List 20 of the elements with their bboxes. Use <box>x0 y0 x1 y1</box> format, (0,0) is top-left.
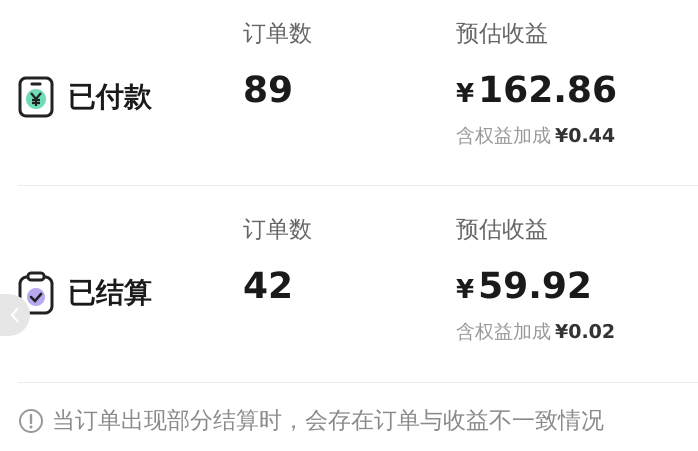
orders-count: 42 <box>243 266 294 308</box>
status-title: 已付款 <box>68 78 152 114</box>
wallet-icon <box>18 76 54 118</box>
orders-label: 订单数 <box>243 20 313 49</box>
orders-label: 订单数 <box>243 216 313 245</box>
earnings-label: 预估收益 <box>456 20 549 49</box>
chevron-left-icon <box>10 306 20 324</box>
earnings-label: 预估收益 <box>456 216 549 245</box>
earnings-amount: 162.86 <box>478 70 618 112</box>
notice-text: 当订单出现部分结算时，会存在订单与收益不一致情况 <box>52 407 604 436</box>
earnings-amount: 59.92 <box>478 266 592 308</box>
bonus-label: 含权益加成 <box>456 320 551 345</box>
status-title: 已结算 <box>68 275 152 311</box>
orders-count: 89 <box>243 70 294 112</box>
bonus-amount: ¥0.44 <box>555 125 616 147</box>
bonus-amount: ¥0.02 <box>555 321 616 343</box>
currency-symbol: ¥ <box>456 78 474 111</box>
bonus-label: 含权益加成 <box>456 124 551 149</box>
currency-symbol: ¥ <box>456 274 474 307</box>
info-icon <box>18 408 44 434</box>
